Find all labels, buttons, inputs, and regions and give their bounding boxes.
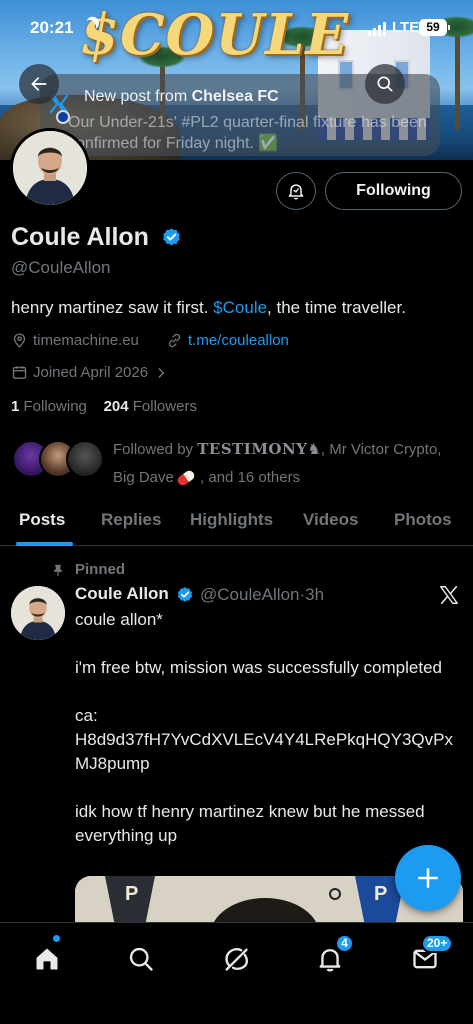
profile-avatar[interactable] <box>10 128 90 208</box>
followers-stat[interactable]: 204 Followers <box>104 398 197 415</box>
profile-bio: henry martinez saw it first. $Coule, the… <box>11 298 406 318</box>
status-bar: 20:21 LTE 59 <box>0 0 473 58</box>
follower-avatar <box>66 440 104 478</box>
post-time[interactable]: 3h <box>305 585 324 604</box>
back-button[interactable] <box>19 64 59 104</box>
bottom-navigation: 4 20+ <box>0 922 473 1024</box>
bio-text: , the time traveller. <box>267 298 406 317</box>
search-icon <box>377 76 393 92</box>
signal-icon <box>368 22 386 36</box>
pill-emoji-icon <box>175 468 197 488</box>
search-button[interactable] <box>365 64 405 104</box>
active-tab-indicator <box>16 542 73 546</box>
notify-bell-button[interactable] <box>276 172 316 210</box>
toast-source: Chelsea FC <box>191 88 279 105</box>
tab-photos[interactable]: Photos <box>394 510 452 530</box>
post-text-line: i'm free btw, mission was successfully c… <box>75 658 442 677</box>
profile-display-name: Coule Allon <box>11 223 149 251</box>
nav-grok[interactable] <box>216 939 256 979</box>
followed-by-name: TESTIMONY <box>197 440 308 458</box>
calendar-icon <box>12 366 27 379</box>
post-text-line: ca: <box>75 706 98 725</box>
grok-icon <box>225 948 248 971</box>
profile-location-text: timemachine.eu <box>33 332 139 349</box>
toast-title: New post from Chelsea FC <box>84 88 279 106</box>
post-text-line: coule allon* <box>75 610 163 629</box>
chevron-right-icon <box>158 367 165 378</box>
post-contract-address: H8d9d37fH7YvCdXVLEcV4Y4LRePkqHQY3QvPxMJ8… <box>75 730 453 773</box>
battery-icon: 59 <box>419 19 450 36</box>
svg-text:P: P <box>125 883 138 905</box>
bio-text: henry martinez saw it first. <box>11 298 214 317</box>
followed-by-avatars[interactable] <box>12 440 104 480</box>
followed-by-name: Big Dave <box>113 469 174 486</box>
lion-emblem-icon: ♞ <box>307 441 321 458</box>
notifications-badge: 4 <box>335 934 354 953</box>
profile-handle: @CouleAllon <box>11 258 111 277</box>
post-author-handle[interactable]: @CouleAllon <box>200 585 299 604</box>
svg-text:P: P <box>374 883 387 905</box>
following-count: 1 <box>11 398 20 415</box>
nav-search[interactable] <box>121 939 161 979</box>
toast-body: Our Under-21s' #PL2 quarter-final fixtur… <box>68 114 427 152</box>
plus-icon <box>418 868 438 888</box>
back-arrow-icon <box>31 77 47 91</box>
pinned-label: Pinned <box>75 561 126 578</box>
tab-replies[interactable]: Replies <box>101 510 161 530</box>
verified-badge-icon <box>161 227 182 253</box>
profile-joined-text: Joined April 2026 <box>33 364 149 381</box>
profile-stats: 1 Following 204 Followers <box>11 398 197 415</box>
network-label: LTE <box>392 19 420 36</box>
nav-home[interactable] <box>27 939 67 979</box>
followed-by-prefix: Followed by <box>113 441 198 458</box>
post-author-handle-time: @CouleAllon·3h <box>200 585 325 604</box>
post-author-name[interactable]: Coule Allon <box>75 584 169 604</box>
tab-videos[interactable]: Videos <box>303 510 358 530</box>
bell-plus-icon <box>288 184 304 200</box>
following-label: Following <box>23 398 87 415</box>
followed-by-text[interactable]: Followed by TESTIMONY♞, Mr Victor Crypto… <box>113 435 463 492</box>
followers-label: Followers <box>132 398 197 415</box>
following-button[interactable]: Following <box>325 172 462 210</box>
post-author-avatar[interactable] <box>11 586 65 640</box>
followed-by-names: , Mr Victor Crypto, <box>320 441 442 458</box>
moon-icon <box>81 18 98 35</box>
tab-highlights[interactable]: Highlights <box>190 510 273 530</box>
messages-badge: 20+ <box>421 934 454 953</box>
home-unread-dot <box>53 935 60 942</box>
post-body[interactable]: coule allon* i'm free btw, mission was s… <box>75 608 460 848</box>
compose-post-button[interactable] <box>395 845 461 911</box>
following-stat[interactable]: 1 Following <box>11 398 87 415</box>
tab-posts[interactable]: Posts <box>19 510 65 530</box>
profile-link-row[interactable]: t.me/couleallon <box>166 332 289 349</box>
verified-badge-icon <box>176 586 194 609</box>
pinned-indicator: Pinned <box>51 561 125 578</box>
avatar-illustration <box>13 131 87 205</box>
followed-by-others: , and 16 others <box>195 469 301 486</box>
followers-count: 204 <box>103 398 129 415</box>
toast-title-prefix: New post from <box>84 88 192 105</box>
post-text-line: idk how tf henry martinez knew but he me… <box>75 802 425 845</box>
status-time: 20:21 <box>30 18 74 37</box>
profile-location-row: timemachine.eu <box>11 332 139 349</box>
x-logo-icon[interactable] <box>438 584 460 611</box>
pin-icon <box>53 564 63 576</box>
home-icon <box>36 948 58 970</box>
profile-link[interactable]: t.me/couleallon <box>188 332 289 349</box>
profile-tabs: Posts Replies Highlights Videos Photos <box>0 500 473 546</box>
search-icon <box>129 947 153 971</box>
bio-cashtag-link[interactable]: $Coule <box>213 298 267 317</box>
link-icon <box>168 333 181 348</box>
post-avatar-illustration <box>11 586 65 640</box>
profile-joined-row[interactable]: Joined April 2026 <box>11 364 168 381</box>
location-pin-icon <box>13 333 26 348</box>
